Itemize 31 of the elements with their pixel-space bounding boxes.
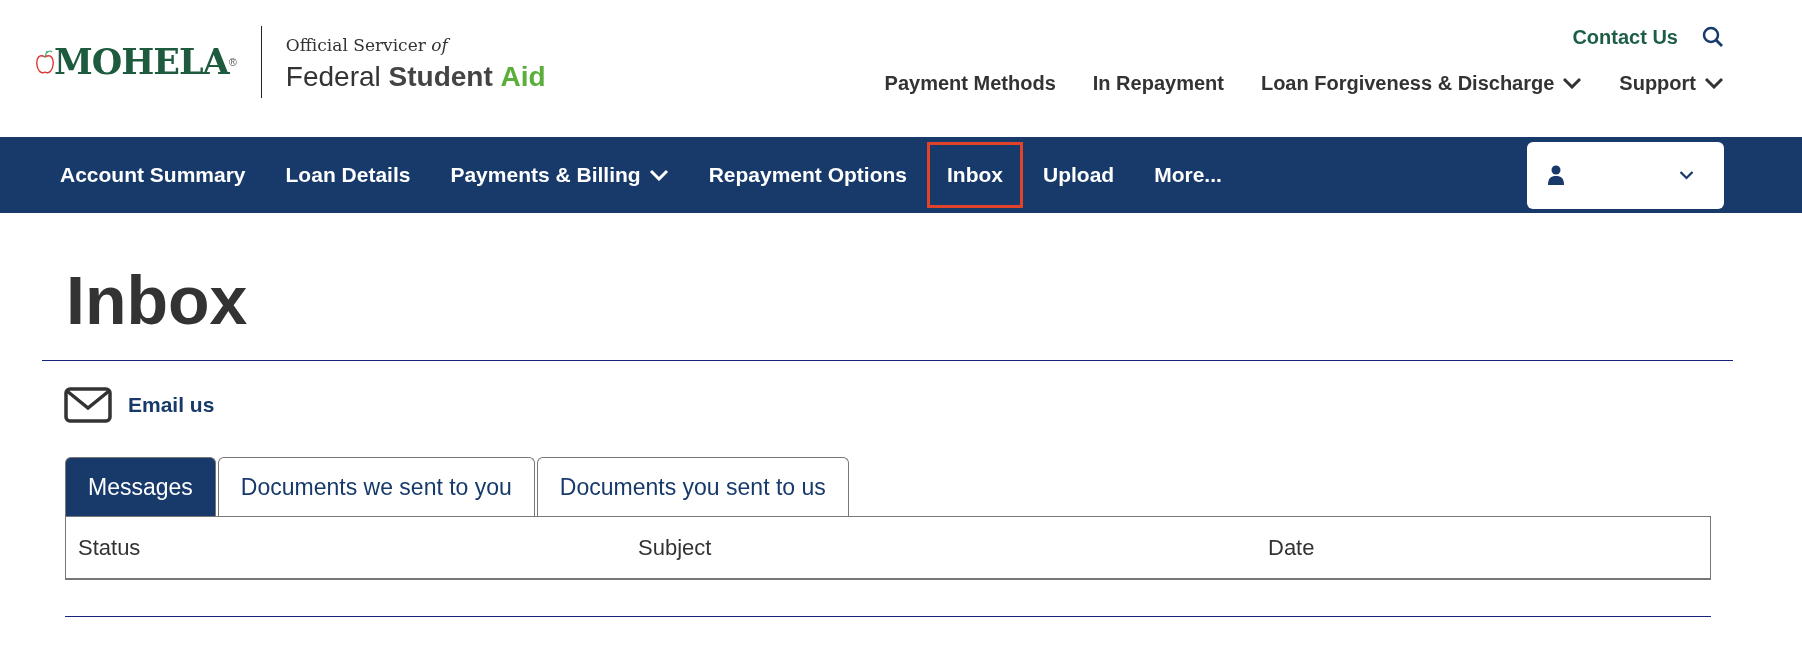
column-header: Date: [1268, 535, 1315, 561]
chevron-down-icon: [1704, 77, 1724, 89]
top-nav-link[interactable]: Payment Methods: [884, 68, 1056, 98]
top-nav-link[interactable]: In Repayment: [1092, 68, 1224, 98]
page-title: Inbox: [65, 261, 249, 340]
top-nav-link[interactable]: Support: [1619, 68, 1724, 98]
chevron-down-icon: [1562, 77, 1583, 89]
main-nav-link[interactable]: More...: [1134, 142, 1242, 208]
tab[interactable]: Documents you sent to us: [536, 456, 849, 517]
chevron-down-icon: [648, 169, 669, 181]
tab[interactable]: Messages: [65, 456, 216, 517]
main-nav-link[interactable]: Payments & Billing: [430, 142, 689, 208]
account-dropdown[interactable]: [1527, 141, 1724, 209]
apple-icon: [36, 49, 54, 75]
mohela-logo[interactable]: MOHELA®: [36, 35, 237, 89]
contact-link[interactable]: Contact Us: [1572, 22, 1678, 52]
column-header: Subject: [638, 535, 712, 561]
fsa-logo[interactable]: Official Servicer of Federal Student Aid: [285, 33, 546, 91]
chevron-down-icon: [1679, 169, 1694, 181]
top-nav-link[interactable]: Loan Forgiveness & Discharge: [1260, 68, 1583, 98]
envelope-icon: [64, 386, 112, 423]
main-nav-link[interactable]: Inbox: [927, 142, 1023, 208]
search-icon[interactable]: [1702, 26, 1724, 48]
tab[interactable]: Documents we sent to you: [217, 456, 535, 517]
user-icon: [1547, 165, 1565, 185]
main-nav-link[interactable]: Account Summary: [40, 142, 266, 208]
column-header: Status: [78, 535, 141, 561]
email-link[interactable]: Email us: [128, 389, 215, 421]
main-nav-link[interactable]: Upload: [1023, 142, 1135, 208]
main-nav-link[interactable]: Repayment Options: [688, 142, 927, 208]
main-nav-link[interactable]: Loan Details: [265, 142, 431, 208]
